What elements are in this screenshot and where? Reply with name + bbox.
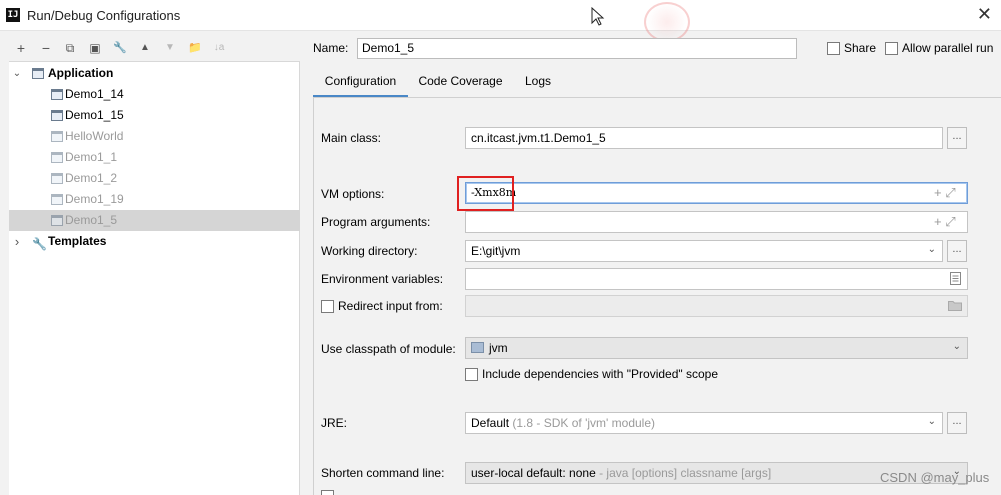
tree-item-demo1-15[interactable]: Demo1_15 bbox=[9, 105, 300, 126]
run-config-icon bbox=[51, 152, 63, 163]
vm-options-label: VM options: bbox=[321, 187, 385, 201]
environment-variables-input[interactable] bbox=[465, 268, 968, 290]
jre-hint: (1.8 - SDK of 'jvm' module) bbox=[512, 416, 655, 430]
config-toolbar: + − ⧉ ▣ 🔧 ▲ ▼ 📁 ↓a bbox=[0, 36, 300, 60]
tree-label-application: Application bbox=[48, 66, 114, 80]
environment-variables-label: Environment variables: bbox=[321, 272, 444, 286]
run-config-icon bbox=[51, 215, 63, 226]
tree-label-templates: Templates bbox=[48, 234, 107, 248]
name-label: Name: bbox=[313, 41, 349, 55]
tree-item-demo1-2[interactable]: Demo1_2 bbox=[9, 168, 300, 189]
title-bar: IJ Run/Debug Configurations ✕ bbox=[0, 0, 1001, 42]
tree-item-label: Demo1_14 bbox=[65, 87, 124, 101]
chevron-down-icon[interactable]: ⌄ bbox=[928, 244, 936, 255]
watermark: CSDN @may_plus bbox=[880, 470, 990, 485]
tree-item-label: Demo1_19 bbox=[65, 192, 124, 206]
redirect-input-field bbox=[465, 295, 968, 317]
tree-item-demo1-1[interactable]: Demo1_1 bbox=[9, 147, 300, 168]
working-directory-input[interactable]: E:\git\jvm ⌄ bbox=[465, 240, 943, 262]
wrench-icon: 🔧 bbox=[32, 237, 47, 251]
chevron-down-icon[interactable]: ⌄ bbox=[11, 63, 23, 84]
classpath-module-value: jvm bbox=[489, 341, 508, 355]
allow-parallel-run-label[interactable]: Allow parallel run bbox=[902, 41, 993, 55]
run-config-icon bbox=[51, 173, 63, 184]
configurations-tree: ⌄ Application Demo1_14 Demo1_15 HelloWor… bbox=[9, 61, 300, 495]
chevron-down-icon[interactable]: ⌄ bbox=[928, 416, 936, 427]
working-directory-label: Working directory: bbox=[321, 244, 418, 258]
run-config-icon bbox=[51, 89, 63, 100]
config-tabs: Configuration Code Coverage Logs bbox=[313, 68, 1001, 98]
tree-item-demo1-14[interactable]: Demo1_14 bbox=[9, 84, 300, 105]
jre-value: Default bbox=[471, 416, 510, 430]
working-directory-browse-button[interactable]: ... bbox=[947, 240, 967, 262]
share-checkbox[interactable] bbox=[827, 42, 840, 55]
folder-icon bbox=[948, 301, 962, 311]
sort-icon[interactable]: ↓a bbox=[210, 38, 228, 58]
redirect-input-checkbox[interactable] bbox=[321, 300, 334, 313]
intellij-app-icon: IJ bbox=[6, 8, 20, 22]
expand-icon[interactable]: + ⤢ bbox=[934, 214, 956, 230]
main-class-input[interactable]: cn.itcast.jvm.t1.Demo1_5 bbox=[465, 127, 943, 149]
chevron-right-icon[interactable]: › bbox=[11, 231, 23, 252]
jre-label: JRE: bbox=[321, 416, 348, 430]
window-title: Run/Debug Configurations bbox=[27, 8, 181, 23]
include-provided-label[interactable]: Include dependencies with "Provided" sco… bbox=[482, 367, 718, 381]
chevron-down-icon[interactable]: ⌄ bbox=[953, 341, 961, 352]
program-arguments-label: Program arguments: bbox=[321, 215, 431, 229]
redirect-input-label[interactable]: Redirect input from: bbox=[338, 299, 443, 313]
classpath-module-label: Use classpath of module: bbox=[321, 342, 456, 356]
classpath-module-select[interactable]: jvm ⌄ bbox=[465, 337, 968, 359]
highlight-box bbox=[457, 176, 514, 211]
shorten-command-line-label: Shorten command line: bbox=[321, 466, 445, 480]
tree-item-helloworld[interactable]: HelloWorld bbox=[9, 126, 300, 147]
working-directory-value: E:\git\jvm bbox=[471, 244, 521, 258]
remove-icon[interactable]: − bbox=[37, 38, 55, 58]
add-icon[interactable]: + bbox=[12, 38, 30, 58]
tree-item-label: HelloWorld bbox=[65, 129, 124, 143]
click-ripple bbox=[644, 2, 690, 42]
wrench-icon[interactable]: 🔧 bbox=[111, 38, 129, 58]
run-config-icon bbox=[51, 110, 63, 121]
main-class-label: Main class: bbox=[321, 131, 382, 145]
jre-select[interactable]: Default (1.8 - SDK of 'jvm' module) ⌄ bbox=[465, 412, 943, 434]
tree-node-application[interactable]: ⌄ Application bbox=[9, 63, 300, 84]
move-down-icon[interactable]: ▼ bbox=[161, 38, 179, 58]
allow-parallel-run-checkbox[interactable] bbox=[885, 42, 898, 55]
tree-item-label: Demo1_5 bbox=[65, 213, 118, 227]
save-icon[interactable]: ▣ bbox=[86, 38, 104, 58]
move-up-icon[interactable]: ▲ bbox=[136, 38, 154, 58]
application-config-icon bbox=[32, 68, 44, 79]
tree-node-templates[interactable]: › 🔧 Templates bbox=[9, 231, 300, 252]
tree-item-label: Demo1_2 bbox=[65, 171, 118, 185]
main-class-browse-button[interactable]: ... bbox=[947, 127, 967, 149]
jre-browse-button[interactable]: ... bbox=[947, 412, 967, 434]
program-arguments-input[interactable] bbox=[465, 211, 968, 233]
tab-configuration[interactable]: Configuration bbox=[313, 68, 408, 98]
tab-code-coverage[interactable]: Code Coverage bbox=[413, 68, 508, 98]
folder-icon[interactable]: 📁 bbox=[186, 38, 204, 58]
expand-icon[interactable]: + ⤢ bbox=[934, 185, 956, 201]
run-config-icon bbox=[51, 194, 63, 205]
close-window-button[interactable]: ✕ bbox=[977, 4, 992, 24]
tree-item-label: Demo1_15 bbox=[65, 108, 124, 122]
mouse-cursor-icon bbox=[591, 7, 605, 26]
vm-options-input[interactable]: -Xmx8m bbox=[465, 182, 968, 204]
tab-logs[interactable]: Logs bbox=[518, 68, 558, 98]
tree-item-label: Demo1_1 bbox=[65, 150, 118, 164]
document-icon[interactable] bbox=[950, 272, 961, 285]
run-config-icon bbox=[51, 131, 63, 142]
name-input[interactable]: Demo1_5 bbox=[357, 38, 797, 59]
tree-item-demo1-19[interactable]: Demo1_19 bbox=[9, 189, 300, 210]
include-provided-checkbox[interactable] bbox=[465, 368, 478, 381]
copy-icon[interactable]: ⧉ bbox=[61, 38, 79, 58]
partially-visible-checkbox[interactable] bbox=[321, 490, 334, 495]
share-label[interactable]: Share bbox=[844, 41, 876, 55]
module-folder-icon bbox=[471, 342, 484, 353]
shorten-value: user-local default: none bbox=[471, 466, 596, 480]
shorten-hint: - java [options] classname [args] bbox=[599, 466, 772, 480]
tree-item-demo1-5[interactable]: Demo1_5 bbox=[9, 210, 300, 231]
